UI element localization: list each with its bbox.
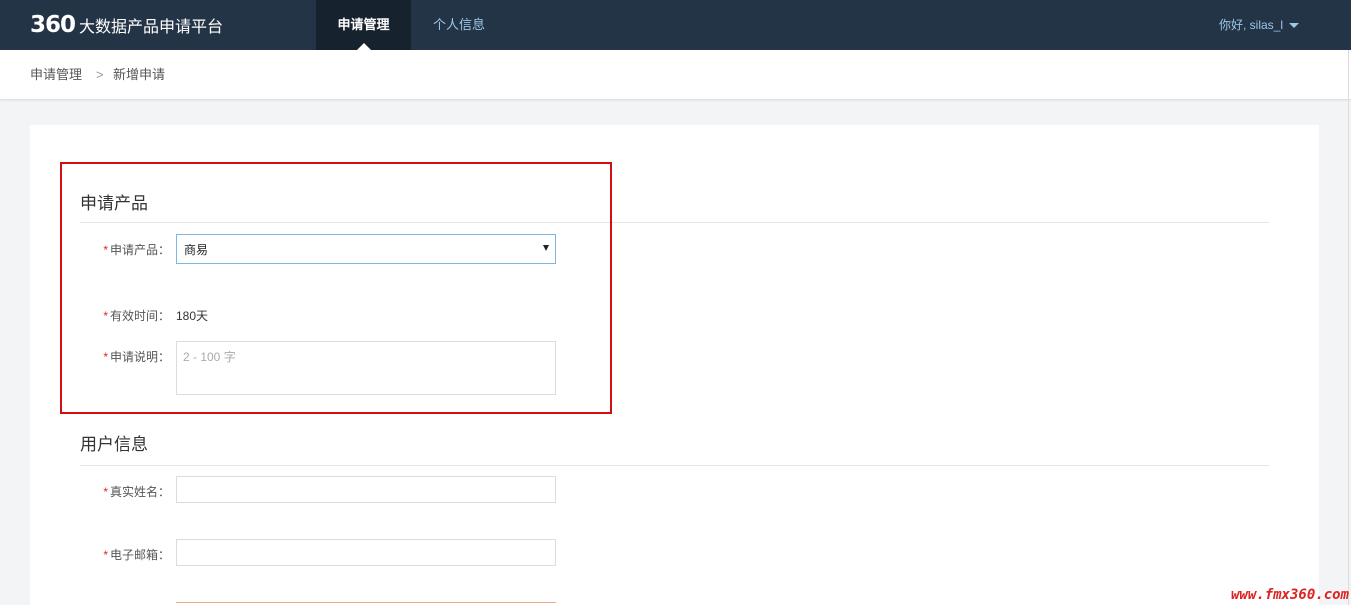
email-input[interactable]	[176, 539, 556, 566]
breadcrumb-item-application-management[interactable]: 申请管理	[30, 50, 82, 100]
form-card: 申请产品 *申请产品： 商易 *有效时间： 180天 *申请说明： 用户信息 *…	[30, 125, 1319, 605]
required-mark: *	[103, 548, 108, 562]
top-navbar: 360 大数据产品申请平台 申请管理 个人信息 你好, silas_l	[0, 0, 1351, 50]
section-title-user: 用户信息	[80, 435, 148, 454]
tab-application-management[interactable]: 申请管理	[316, 0, 411, 50]
tab-personal-info[interactable]: 个人信息	[415, 0, 503, 50]
highlight-annotation-box	[60, 162, 612, 414]
watermark: www.fmx360.com	[1230, 587, 1349, 603]
required-mark: *	[103, 485, 108, 499]
label-real-name: * 真实姓名：	[103, 485, 170, 499]
section-divider	[80, 465, 1269, 466]
logo-mark: 360	[30, 12, 76, 38]
breadcrumb-separator-icon: >	[96, 67, 104, 82]
user-menu[interactable]: 你好, silas_l	[1219, 0, 1299, 50]
breadcrumb-item-new-application: 新增申请	[113, 67, 166, 82]
label-email: * 电子邮箱：	[103, 548, 170, 562]
real-name-input[interactable]	[176, 476, 556, 503]
chevron-down-icon	[1289, 22, 1299, 28]
logo[interactable]: 360 大数据产品申请平台	[30, 12, 223, 38]
logo-text: 大数据产品申请平台	[79, 19, 224, 36]
breadcrumb: 申请管理 > 新增申请	[0, 50, 1351, 100]
scroll-edge-divider	[1348, 50, 1349, 605]
user-greeting: 你好, silas_l	[1218, 18, 1283, 32]
